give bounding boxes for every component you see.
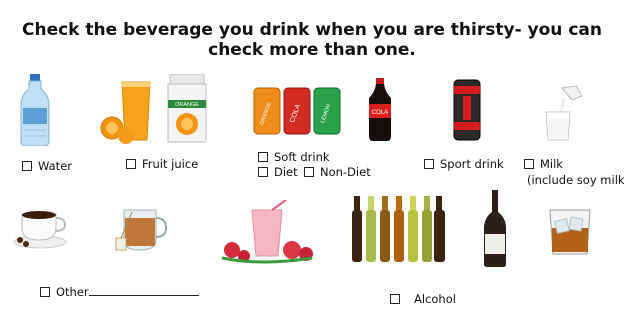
other-checkbox[interactable]	[40, 287, 50, 297]
option-milk[interactable]: Milk	[524, 157, 563, 171]
non-diet-label: Non-Diet	[320, 165, 371, 179]
fruit-juice-checkbox[interactable]	[126, 159, 136, 169]
juice-carton-image: ORANGE	[167, 74, 207, 143]
other-write-in-line[interactable]	[88, 285, 199, 296]
option-water[interactable]: Water	[22, 159, 72, 173]
option-fruit-juice[interactable]: Fruit juice	[126, 157, 198, 171]
sport-drink-can-image	[453, 79, 481, 141]
tea-cup-image	[115, 209, 168, 251]
option-sport-drink[interactable]: Sport drink	[424, 157, 504, 171]
water-checkbox[interactable]	[22, 161, 32, 171]
sport-drink-checkbox[interactable]	[424, 159, 434, 169]
alcohol-label: Alcohol	[414, 292, 456, 306]
cola-bottle-image: COLA	[369, 78, 391, 141]
option-soft-drink[interactable]: Soft drink	[258, 150, 330, 164]
diet-label: Diet	[274, 165, 298, 179]
sport-drink-label: Sport drink	[440, 157, 504, 171]
milk-note: (include soy milk)	[527, 173, 624, 187]
beer-bottles-image	[352, 196, 445, 262]
milk-label: Milk	[540, 157, 563, 171]
alcohol-checkbox[interactable]	[390, 294, 400, 304]
milk-pour-image	[545, 85, 583, 141]
wine-bottle-image	[484, 190, 506, 267]
soft-drink-checkbox[interactable]	[258, 152, 268, 162]
water-bottle-image	[20, 74, 50, 146]
milk-checkbox[interactable]	[524, 159, 534, 169]
juice-carton-label: ORANGE	[175, 102, 199, 108]
survey-question-title: Check the beverage you drink when you ar…	[22, 20, 602, 60]
orange-juice-glass-image	[100, 81, 151, 144]
other-label: Other	[56, 285, 89, 299]
diet-checkbox[interactable]	[258, 167, 268, 177]
fruit-juice-label: Fruit juice	[142, 157, 199, 171]
option-diet[interactable]: Diet	[258, 165, 298, 179]
cola-bottle-label: COLA	[372, 110, 388, 116]
coffee-cup-image	[13, 211, 67, 249]
option-alcohol[interactable]: Alcohol	[390, 292, 456, 306]
non-diet-checkbox[interactable]	[304, 167, 314, 177]
water-label: Water	[38, 159, 72, 173]
smoothie-image	[221, 200, 313, 264]
milk-note-text: (include soy milk)	[527, 173, 624, 187]
beverage-survey-page: Check the beverage you drink when you ar…	[0, 0, 624, 320]
whiskey-glass-image	[549, 209, 591, 255]
option-other[interactable]: Other	[40, 285, 199, 299]
soft-drink-label: Soft drink	[274, 150, 330, 164]
soda-cans-image: ORANGE COLA LEMON	[253, 87, 341, 135]
option-non-diet[interactable]: Non-Diet	[304, 165, 371, 179]
